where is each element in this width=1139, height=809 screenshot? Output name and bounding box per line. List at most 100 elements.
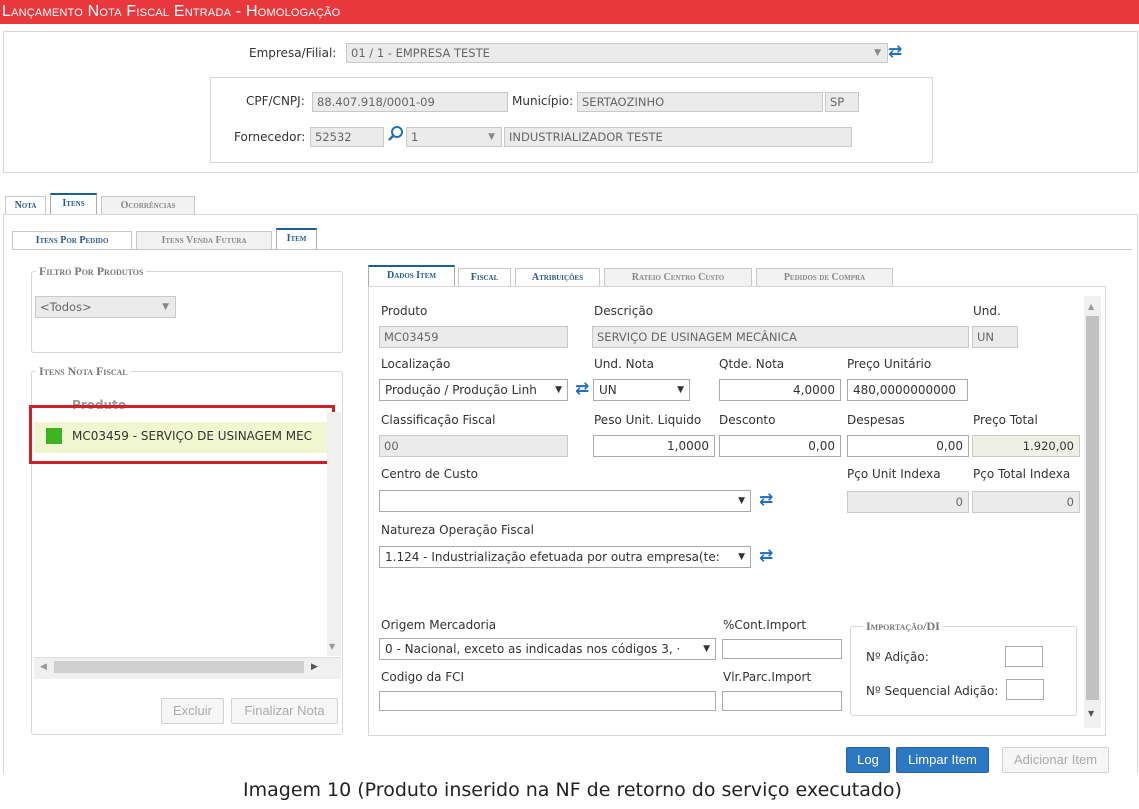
fornecedor-name: INDUSTRIALIZADOR TESTE xyxy=(504,127,852,147)
scroll-left-icon[interactable]: ◀ xyxy=(40,662,47,672)
qtde-nota-field[interactable]: 4,0000 xyxy=(719,379,841,401)
filtro-legend: Filtro Por Produtos xyxy=(36,264,147,279)
pco-total-indexa-field: 0 xyxy=(972,491,1080,513)
und-nota-value: UN xyxy=(599,383,617,397)
pco-unit-indexa-field: 0 xyxy=(847,491,969,513)
classificacao-fiscal-field: 00 xyxy=(379,435,568,457)
preco-unitario-label: Preço Unitário xyxy=(847,357,932,371)
preco-unitario-field[interactable]: 480,0000000000 xyxy=(847,379,968,401)
preco-total-field: 1.920,00 xyxy=(972,435,1080,457)
chevron-down-icon: ▼ xyxy=(488,132,495,142)
cpf-label: CPF/CNPJ: xyxy=(246,94,305,108)
refresh-icon[interactable]: ⇄ xyxy=(575,380,589,398)
chevron-down-icon: ▼ xyxy=(552,380,562,400)
cpf-field: 88.407.918/0001-09 xyxy=(312,92,508,112)
origem-select[interactable]: 0 - Nacional, exceto as indicadas nos có… xyxy=(379,638,716,660)
localizacao-label: Localização xyxy=(381,357,451,371)
empresa-select[interactable]: 01 / 1 - EMPRESA TESTE ▼ xyxy=(346,43,888,63)
scroll-thumb[interactable] xyxy=(54,661,304,673)
origem-label: Origem Mercadoria xyxy=(381,618,497,632)
chevron-down-icon: ▼ xyxy=(700,639,710,659)
tab-itens[interactable]: Itens xyxy=(50,193,97,215)
codigo-fci-label: Codigo da FCI xyxy=(381,670,465,684)
despesas-label: Despesas xyxy=(847,413,905,427)
tab-nota[interactable]: Nota xyxy=(5,196,46,215)
und-nota-label: Und. Nota xyxy=(594,357,655,371)
chevron-down-icon: ▼ xyxy=(874,48,881,58)
empresa-label: Empresa/Filial: xyxy=(249,46,337,60)
scroll-up-icon[interactable]: ▲ xyxy=(1088,302,1094,311)
list-vertical-scrollbar[interactable] xyxy=(327,412,341,656)
sub-tab-line xyxy=(12,249,1132,250)
fornecedor-seq-select[interactable]: 1 ▼ xyxy=(406,127,502,147)
refresh-icon[interactable]: ⇄ xyxy=(759,491,773,509)
tab-rateio-centro-custo[interactable]: Rateio Centro Custo xyxy=(604,268,752,287)
tab-fiscal[interactable]: Fiscal xyxy=(458,268,511,287)
excluir-button[interactable]: Excluir xyxy=(161,698,224,724)
localizacao-select[interactable]: Produção / Produção Linh ▼ xyxy=(379,379,568,401)
despesas-field[interactable]: 0,00 xyxy=(847,435,969,457)
empresa-value: 01 / 1 - EMPRESA TESTE xyxy=(351,46,490,60)
classificacao-fiscal-label: Classificação Fiscal xyxy=(381,413,496,427)
descricao-label: Descrição xyxy=(594,304,654,318)
n-adicao-field[interactable] xyxy=(1005,646,1043,667)
vlr-parc-import-label: Vlr.Parc.Import xyxy=(723,670,812,684)
search-icon[interactable] xyxy=(387,125,405,143)
limpar-item-button[interactable]: Limpar Item xyxy=(896,747,989,773)
adicionar-item-button[interactable]: Adicionar Item xyxy=(1002,747,1109,773)
uf-field: SP xyxy=(825,92,859,112)
chevron-down-icon: ▼ xyxy=(162,302,169,312)
tab-dados-item[interactable]: Dados Item xyxy=(368,265,455,287)
fornecedor-code: 52532 xyxy=(310,127,384,147)
pco-total-indexa-label: Pço Total Indexa xyxy=(973,467,1071,481)
und-field: UN xyxy=(972,326,1018,348)
und-label: Und. xyxy=(973,304,1001,318)
vlr-parc-import-field[interactable] xyxy=(722,691,842,711)
desconto-field[interactable]: 0,00 xyxy=(719,435,841,457)
centro-custo-select[interactable]: ▼ xyxy=(379,490,751,512)
log-button[interactable]: Log xyxy=(846,747,890,773)
form-scroll-thumb[interactable] xyxy=(1086,316,1099,700)
chevron-down-icon: ▼ xyxy=(677,385,684,395)
refresh-icon[interactable]: ⇄ xyxy=(888,43,902,61)
peso-unit-field[interactable]: 1,0000 xyxy=(593,435,715,457)
cont-import-field[interactable] xyxy=(722,639,842,659)
n-sequencial-adicao-label: Nº Sequencial Adição: xyxy=(866,684,999,698)
natureza-select[interactable]: 1.124 - Industrialização efetuada por ou… xyxy=(379,546,751,568)
fornecedor-label: Fornecedor: xyxy=(234,130,306,144)
qtde-nota-label: Qtde. Nota xyxy=(719,357,785,371)
finalizar-nota-button[interactable]: Finalizar Nota xyxy=(231,698,338,724)
origem-value: 0 - Nacional, exceto as indicadas nos có… xyxy=(385,642,681,656)
pco-unit-indexa-label: Pço Unit Indexa xyxy=(847,467,941,481)
n-sequencial-adicao-field[interactable] xyxy=(1006,679,1044,700)
refresh-icon[interactable]: ⇄ xyxy=(759,547,773,565)
cont-import-label: %Cont.Import xyxy=(723,618,807,632)
natureza-label: Natureza Operação Fiscal xyxy=(381,523,534,537)
tab-itens-por-pedido[interactable]: Itens Por Pedido xyxy=(12,231,132,250)
filtro-select[interactable]: <Todos> ▼ xyxy=(35,296,176,318)
tab-pedidos-de-compra[interactable]: Pedidos de Compra xyxy=(756,268,893,287)
tab-ocorrencias[interactable]: Ocorrências xyxy=(101,196,195,215)
natureza-value: 1.124 - Industrialização efetuada por ou… xyxy=(385,550,720,564)
und-nota-select[interactable]: UN ▼ xyxy=(593,379,690,401)
filtro-value: <Todos> xyxy=(40,300,92,314)
produto-label: Produto xyxy=(381,304,428,318)
chevron-down-icon: ▼ xyxy=(735,547,745,567)
itens-legend: Itens Nota Fiscal xyxy=(36,364,131,379)
centro-custo-label: Centro de Custo xyxy=(381,467,478,481)
preco-total-label: Preço Total xyxy=(973,413,1038,427)
tab-atribuicoes[interactable]: Atribuições xyxy=(515,268,600,287)
selection-highlight xyxy=(29,405,335,464)
scroll-down-icon[interactable]: ▼ xyxy=(329,642,335,651)
scroll-right-icon[interactable]: ▶ xyxy=(311,662,318,672)
municipio-label: Município: xyxy=(512,94,574,108)
codigo-fci-field[interactable] xyxy=(379,691,716,711)
fornecedor-seq-value: 1 xyxy=(411,130,419,144)
peso-unit-label: Peso Unit. Liquido xyxy=(594,413,702,427)
importacao-fieldset xyxy=(850,626,1077,716)
scroll-down-icon[interactable]: ▼ xyxy=(1088,709,1094,718)
n-adicao-label: Nº Adição: xyxy=(866,650,929,664)
tab-itens-venda-futura[interactable]: Itens Venda Futura xyxy=(136,231,272,250)
produto-field: MC03459 xyxy=(379,326,568,348)
tab-item[interactable]: Item xyxy=(276,228,317,250)
